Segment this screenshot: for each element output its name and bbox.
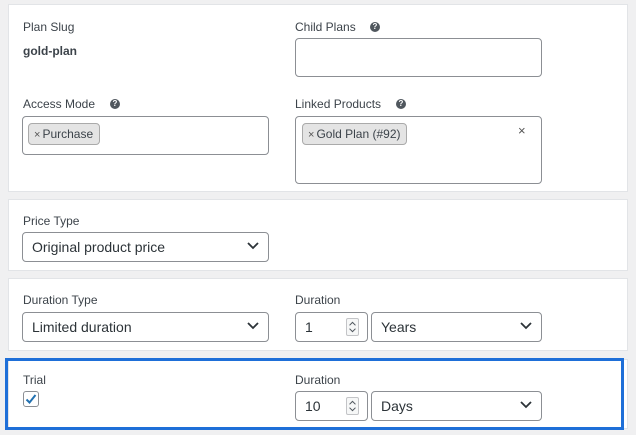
plan-slug-label: Plan Slug bbox=[23, 20, 75, 34]
duration-type-label: Duration Type bbox=[23, 293, 98, 307]
price-type-panel: Price Type Original product price bbox=[8, 199, 628, 271]
clear-selection-icon[interactable]: × bbox=[518, 123, 526, 138]
linked-products-select[interactable]: × Gold Plan (#92) × bbox=[295, 116, 542, 184]
duration-type-select[interactable]: Limited duration bbox=[22, 312, 269, 342]
plan-details-panel: Plan Slug gold-plan Child Plans ? Access… bbox=[8, 4, 628, 192]
trial-duration-unit-select[interactable]: Days bbox=[371, 391, 542, 421]
chevron-down-icon bbox=[520, 322, 532, 330]
number-spinner-icon[interactable] bbox=[346, 318, 359, 336]
duration-unit-select[interactable]: Years bbox=[371, 312, 542, 342]
access-mode-tag: × Purchase bbox=[28, 123, 101, 145]
duration-panel: Duration Type Limited duration Duration … bbox=[8, 278, 628, 351]
duration-label: Duration bbox=[295, 293, 341, 307]
number-spinner-icon[interactable] bbox=[346, 397, 359, 415]
access-mode-label: Access Mode bbox=[23, 97, 96, 111]
price-type-selected: Original product price bbox=[32, 239, 166, 255]
chevron-down-icon bbox=[247, 242, 259, 250]
duration-value-input[interactable]: 1 bbox=[295, 312, 368, 342]
chevron-down-icon bbox=[520, 401, 532, 409]
trial-duration-value-input[interactable]: 10 bbox=[295, 391, 368, 421]
linked-product-tag: × Gold Plan (#92) bbox=[302, 123, 408, 145]
linked-product-tag-label: Gold Plan (#92) bbox=[316, 127, 401, 141]
linked-products-label: Linked Products bbox=[295, 97, 382, 111]
trial-panel: Trial Duration 10 Days bbox=[8, 359, 628, 429]
trial-checkbox[interactable] bbox=[23, 391, 39, 407]
trial-duration-unit-selected: Days bbox=[381, 398, 413, 414]
access-mode-tag-label: Purchase bbox=[42, 127, 94, 141]
price-type-select[interactable]: Original product price bbox=[22, 232, 269, 262]
help-icon[interactable]: ? bbox=[396, 99, 406, 109]
duration-type-selected: Limited duration bbox=[32, 319, 132, 335]
duration-value: 1 bbox=[305, 319, 313, 335]
plan-slug-value: gold-plan bbox=[23, 44, 77, 58]
chevron-down-icon bbox=[247, 322, 259, 330]
trial-label: Trial bbox=[23, 373, 46, 387]
trial-duration-label: Duration bbox=[295, 373, 341, 387]
child-plans-label: Child Plans bbox=[295, 20, 356, 34]
child-plans-input[interactable] bbox=[295, 38, 542, 77]
trial-duration-value: 10 bbox=[305, 398, 321, 414]
help-icon[interactable]: ? bbox=[370, 22, 380, 32]
help-icon[interactable]: ? bbox=[110, 99, 120, 109]
duration-unit-selected: Years bbox=[381, 319, 417, 335]
tag-remove-icon[interactable]: × bbox=[34, 129, 40, 141]
access-mode-select[interactable]: × Purchase bbox=[22, 116, 269, 155]
price-type-label: Price Type bbox=[23, 214, 80, 228]
tag-remove-icon[interactable]: × bbox=[308, 129, 314, 141]
checkmark-icon bbox=[25, 394, 37, 404]
